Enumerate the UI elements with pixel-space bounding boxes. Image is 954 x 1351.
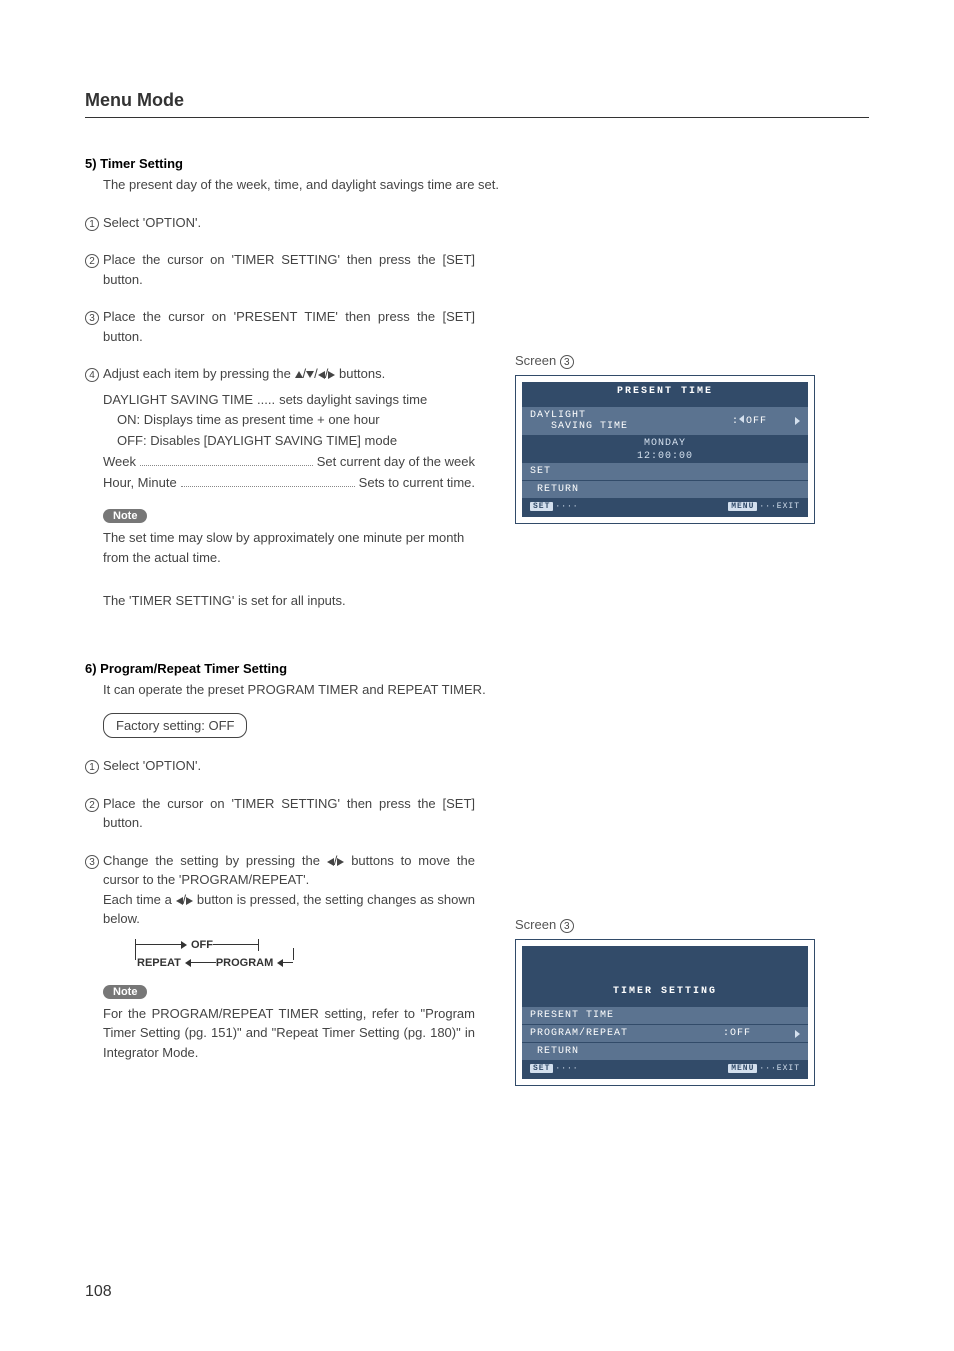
- s4-pre: Adjust each item by pressing the: [103, 366, 295, 381]
- left-arrow-icon-b: [327, 858, 334, 866]
- s4-post: buttons.: [335, 366, 385, 381]
- osd5-set-row: SET: [522, 463, 808, 480]
- circled-4-icon: 4: [85, 368, 99, 382]
- circled-3c-icon: 3: [560, 919, 574, 933]
- step-5-4: 4 Adjust each item by pressing the /// b…: [85, 364, 475, 384]
- s6-3-l2pre: Each time a: [103, 892, 176, 907]
- flow-diagram: OFF REPEAT PROGRAM: [135, 939, 475, 969]
- osd6-program: PROGRAM/REPEAT: [530, 1028, 628, 1039]
- osd-right-arrow-icon: [795, 417, 800, 425]
- dst-off: OFF: Disables [DAYLIGHT SAVING TIME] mod…: [117, 431, 475, 452]
- flow-arrow-right-icon: [181, 941, 187, 949]
- osd6-title: TIMER SETTING: [522, 982, 808, 1001]
- week-label: Week: [103, 452, 136, 473]
- page-heading: Menu Mode: [85, 90, 869, 118]
- osd-timer-setting: TIMER SETTING PRESENT TIME PROGRAM/REPEA…: [515, 939, 815, 1086]
- osd6-menu-tag: MENU: [728, 1064, 757, 1073]
- step6-3-text: Change the setting by pressing the / but…: [103, 851, 475, 929]
- factory-setting-box: Factory setting: OFF: [103, 713, 247, 738]
- section6-intro: It can operate the preset PROGRAM TIMER …: [103, 680, 869, 700]
- osd6-exit: EXIT: [777, 1064, 800, 1073]
- osd5-set: SET: [530, 466, 551, 477]
- section5-intro: The present day of the week, time, and d…: [103, 175, 869, 195]
- hm-desc: Sets to current time.: [359, 473, 475, 494]
- osd6-program-row: PROGRAM/REPEAT :OFF: [522, 1025, 808, 1042]
- flow-repeat: REPEAT: [137, 957, 181, 969]
- osd6-set-tag: SET: [530, 1064, 553, 1073]
- osd5-daylight-row: DAYLIGHT SAVING TIME :OFF: [522, 407, 808, 435]
- osd-present-time: PRESENT TIME DAYLIGHT SAVING TIME :OFF M…: [515, 375, 815, 524]
- section5-title: 5) Timer Setting: [85, 156, 869, 171]
- screen-label-5: Screen 3: [515, 353, 825, 369]
- flow-off: OFF: [191, 939, 213, 951]
- dst-on: ON: Displays time as present time + one …: [117, 410, 475, 431]
- osd6-return: RETURN: [537, 1046, 579, 1057]
- osd5-set-tag: SET: [530, 502, 553, 511]
- osd5-return-row: RETURN: [522, 481, 808, 498]
- week-desc: Set current day of the week: [317, 452, 475, 473]
- section5-footer: The 'TIMER SETTING' is set for all input…: [103, 591, 475, 611]
- osd5-off: OFF: [746, 416, 767, 427]
- step-5-2: 2 Place the cursor on 'TIMER SETTING' th…: [85, 250, 475, 289]
- osd5-daylight: DAYLIGHT: [530, 410, 586, 421]
- circled-3-icon-ref: 3: [560, 355, 574, 369]
- note-text-6: For the PROGRAM/REPEAT TIMER setting, re…: [103, 1004, 475, 1063]
- osd6-footer: SET···· MENU···EXIT: [522, 1060, 808, 1075]
- osd6-present-row: PRESENT TIME: [522, 1007, 808, 1024]
- screen-label-6: Screen 3: [515, 917, 825, 933]
- circled-3b-icon: 3: [85, 855, 99, 869]
- dst-label: DAYLIGHT SAVING TIME: [103, 390, 253, 411]
- circled-2-icon: 2: [85, 254, 99, 268]
- screen5-label-text: Screen: [515, 353, 560, 368]
- down-arrow-icon: [306, 371, 314, 378]
- step-6-1: 1 Select 'OPTION'.: [85, 756, 475, 776]
- left-arrow-icon: [318, 371, 325, 379]
- screen6-label-text: Screen: [515, 917, 560, 932]
- up-arrow-icon: [295, 371, 303, 378]
- step5-1-text: Select 'OPTION'.: [103, 213, 475, 233]
- circled-2b-icon: 2: [85, 798, 99, 812]
- step5-4-text: Adjust each item by pressing the /// but…: [103, 364, 475, 384]
- step6-1-text: Select 'OPTION'.: [103, 756, 475, 776]
- circled-3-icon: 3: [85, 311, 99, 325]
- step-5-1: 1 Select 'OPTION'.: [85, 213, 475, 233]
- osd-right-arrow-icon-2: [795, 1030, 800, 1038]
- osd5-saving: SAVING TIME: [551, 421, 628, 432]
- dst-block: DAYLIGHT SAVING TIME ..... sets daylight…: [103, 390, 475, 494]
- osd5-exit: EXIT: [777, 502, 800, 511]
- note-badge-5: Note: [103, 509, 147, 523]
- step-6-3: 3 Change the setting by pressing the / b…: [85, 851, 475, 929]
- dst-desc: sets daylight savings time: [279, 390, 427, 411]
- osd5-return: RETURN: [537, 484, 579, 495]
- page-number: 108: [85, 1283, 112, 1301]
- osd6-return-row: RETURN: [522, 1043, 808, 1060]
- circled-1-icon: 1: [85, 217, 99, 231]
- step-5-3: 3 Place the cursor on 'PRESENT TIME' the…: [85, 307, 475, 346]
- osd6-present: PRESENT TIME: [530, 1010, 614, 1021]
- step6-2-text: Place the cursor on 'TIMER SETTING' then…: [103, 794, 475, 833]
- note-text-5: The set time may slow by approximately o…: [103, 528, 475, 567]
- s6-3-pre: Change the setting by pressing the: [103, 853, 327, 868]
- circled-1b-icon: 1: [85, 760, 99, 774]
- osd6-off: :OFF: [723, 1028, 751, 1039]
- section6-title: 6) Program/Repeat Timer Setting: [85, 661, 869, 676]
- osd5-title: PRESENT TIME: [522, 382, 808, 401]
- osd5-menu-tag: MENU: [728, 502, 757, 511]
- step5-2-text: Place the cursor on 'TIMER SETTING' then…: [103, 250, 475, 289]
- note-badge-6: Note: [103, 985, 147, 999]
- step-6-2: 2 Place the cursor on 'TIMER SETTING' th…: [85, 794, 475, 833]
- left-arrow-icon-c: [176, 897, 183, 905]
- step5-3-text: Place the cursor on 'PRESENT TIME' then …: [103, 307, 475, 346]
- hm-label: Hour, Minute: [103, 473, 177, 494]
- osd-left-arrow-icon: [739, 415, 744, 423]
- osd5-footer: SET···· MENU···EXIT: [522, 498, 808, 513]
- flow-program: PROGRAM: [216, 957, 273, 969]
